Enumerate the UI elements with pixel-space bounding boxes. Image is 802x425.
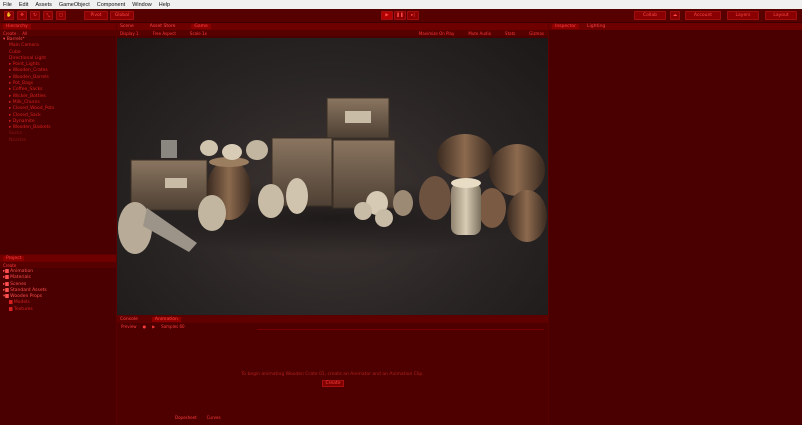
tab-asset-store[interactable]: Asset Store <box>150 24 176 29</box>
animation-empty-message: To begin animating Wooden Crate 01, crea… <box>241 372 424 377</box>
inspector-panel: Inspector Lighting <box>549 23 802 425</box>
move-tool-icon[interactable]: ✥ <box>17 11 27 20</box>
aspect-dropdown[interactable]: Free Aspect <box>153 31 176 36</box>
collab-dropdown[interactable]: Collab <box>634 11 666 20</box>
menu-bar: File Edit Assets GameObject Component Wi… <box>0 0 802 9</box>
curves-tab[interactable]: Curves <box>207 415 221 420</box>
tab-scene[interactable]: Scene <box>120 24 134 29</box>
step-button-icon[interactable]: ▸| <box>407 11 419 20</box>
game-viewport[interactable] <box>117 38 548 315</box>
timeline-ruler[interactable] <box>257 324 544 330</box>
scale-tool-icon[interactable]: ⤡ <box>43 11 53 20</box>
tab-animation[interactable]: Animation <box>151 317 181 322</box>
folder-item[interactable]: ▆ Textures <box>3 307 47 313</box>
hierarchy-search-input[interactable]: All <box>22 31 27 36</box>
tab-project[interactable]: Project <box>3 256 25 261</box>
project-create-button[interactable]: Create <box>3 263 16 268</box>
tab-lighting[interactable]: Lighting <box>587 24 605 29</box>
tab-console[interactable]: Console <box>120 317 138 322</box>
folder-icon: ▸▆ <box>3 281 9 287</box>
record-icon[interactable]: ● <box>143 324 147 329</box>
hand-tool-icon[interactable]: ✋ <box>4 11 14 20</box>
preview-toggle[interactable]: Preview <box>121 324 137 329</box>
menu-component[interactable]: Component <box>97 2 125 8</box>
maximize-on-play-toggle[interactable]: Maximize On Play <box>419 31 455 36</box>
rotate-tool-icon[interactable]: ↻ <box>30 11 40 20</box>
create-animation-button[interactable]: Create <box>322 380 344 387</box>
folder-icon: ▸▆ <box>3 287 9 293</box>
pivot-toggle[interactable]: Pivot <box>84 11 108 20</box>
menu-gameobject[interactable]: GameObject <box>59 2 90 8</box>
gizmos-toggle[interactable]: Gizmos <box>529 31 544 36</box>
cloud-icon[interactable]: ☁ <box>670 11 680 20</box>
hierarchy-panel: Hierarchy Create All ▾ Barrels* Main Cam… <box>0 23 116 254</box>
folder-icon: ▾▆ <box>3 294 9 300</box>
hierarchy-tree: ▾ Barrels* Main Camera Cube Directional … <box>3 37 54 144</box>
menu-file[interactable]: File <box>3 2 12 8</box>
folder-icon: ▆ <box>9 300 13 306</box>
dopesheet-tab[interactable]: Dopesheet <box>175 415 197 420</box>
tab-inspector[interactable]: Inspector <box>552 24 579 29</box>
project-tree: ▸▆ Animation ▸▆ Materials ▸▆ Scenes ▸▆ S… <box>3 269 47 313</box>
folder-icon: ▆ <box>9 306 13 312</box>
menu-edit[interactable]: Edit <box>19 2 28 8</box>
toolbar: ✋ ✥ ↻ ⤡ ▢ Pivot Global ▶ ❚❚ ▸| Collab ☁ … <box>0 9 802 23</box>
stats-toggle[interactable]: Stats <box>505 31 515 36</box>
tab-hierarchy[interactable]: Hierarchy <box>3 24 31 29</box>
project-panel: Project Create ▸▆ Animation ▸▆ Materials… <box>0 255 116 425</box>
play-button-icon[interactable]: ▶ <box>381 11 393 20</box>
hierarchy-create-button[interactable]: Create <box>3 31 16 36</box>
menu-assets[interactable]: Assets <box>35 2 52 8</box>
samples-field[interactable]: Samples 60 <box>161 324 184 329</box>
layout-dropdown[interactable]: Layout <box>765 11 797 20</box>
list-item[interactable]: Nozzles <box>3 138 54 144</box>
props-render <box>118 97 547 256</box>
menu-window[interactable]: Window <box>132 2 152 8</box>
folder-icon: ▸▆ <box>3 269 9 274</box>
global-toggle[interactable]: Global <box>110 11 134 20</box>
menu-help[interactable]: Help <box>159 2 170 8</box>
account-dropdown[interactable]: Account <box>685 11 721 20</box>
play-icon[interactable]: ▶ <box>152 324 155 329</box>
layers-dropdown[interactable]: Layers <box>727 11 759 20</box>
pause-button-icon[interactable]: ❚❚ <box>394 11 406 20</box>
tab-game[interactable]: Game <box>191 24 211 29</box>
display-dropdown[interactable]: Display 1 <box>120 31 139 36</box>
rect-tool-icon[interactable]: ▢ <box>56 11 66 20</box>
animation-panel: Console Animation Preview ● ▶ Samples 60… <box>117 316 548 425</box>
scale-slider[interactable]: Scale 1x <box>190 31 207 36</box>
mute-audio-toggle[interactable]: Mute Audio <box>468 31 491 36</box>
folder-icon: ▸▆ <box>3 275 9 281</box>
